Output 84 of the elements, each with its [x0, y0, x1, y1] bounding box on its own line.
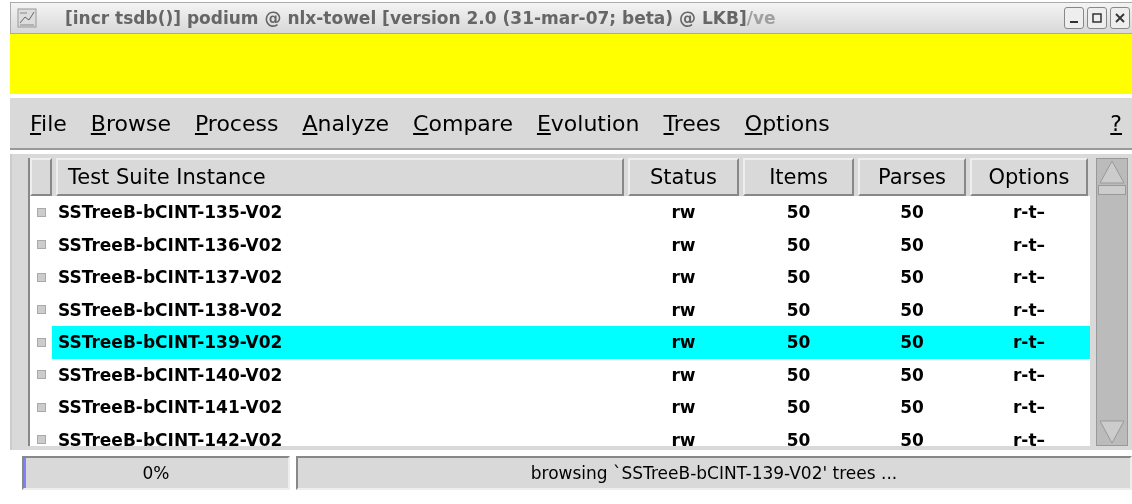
table-cell: r-t– — [1012, 397, 1046, 418]
maximize-button[interactable] — [1087, 7, 1107, 29]
minimize-button[interactable] — [1064, 7, 1084, 29]
table-cell: rw — [671, 429, 696, 446]
column-header[interactable]: Items — [743, 158, 854, 196]
close-icon — [1114, 12, 1126, 24]
table-cell: 50 — [900, 202, 924, 223]
column-header[interactable]: Test Suite Instance — [56, 158, 624, 196]
table-cell: rw — [671, 364, 696, 385]
row-marker-icon — [36, 272, 46, 282]
column-header[interactable]: Options — [970, 158, 1088, 196]
table-cell: SSTreeB-bCINT-141-V02 — [58, 397, 283, 418]
maximize-icon — [1091, 12, 1103, 24]
menu-item[interactable]: File — [30, 110, 67, 136]
table-cell: r-t– — [1012, 299, 1046, 320]
table-cell: SSTreeB-bCINT-142-V02 — [58, 429, 283, 446]
table-cell: rw — [671, 332, 696, 353]
table-cell: 50 — [786, 397, 811, 418]
menu-item[interactable]: Process — [194, 110, 279, 136]
row-marker-icon — [36, 435, 46, 445]
column-header[interactable]: Status — [628, 158, 739, 196]
table-cell: r-t– — [1012, 332, 1046, 353]
table-cell: SSTreeB-bCINT-139-V02 — [58, 332, 283, 353]
table-cell: SSTreeB-bCINT-136-V02 — [58, 234, 283, 255]
table-cell: rw — [671, 267, 696, 288]
menu-item[interactable]: Compare — [413, 110, 513, 136]
table-cell: 50 — [900, 364, 924, 385]
table-row[interactable]: SSTreeB-bCINT-137-V02 rw 50 50 r-t– — [30, 261, 1090, 294]
scroll-down-icon[interactable] — [1098, 419, 1126, 445]
row-marker-icon — [36, 305, 46, 315]
table-row[interactable]: SSTreeB-bCINT-141-V02 rw 50 50 r-t– — [30, 391, 1090, 424]
table-cell: SSTreeB-bCINT-135-V02 — [58, 202, 283, 223]
table-cell: SSTreeB-bCINT-138-V02 — [58, 299, 283, 320]
table-cell: 50 — [786, 234, 811, 255]
table-cell: 50 — [900, 397, 924, 418]
row-marker-icon — [36, 337, 46, 347]
scrollbar[interactable] — [1096, 158, 1128, 446]
table-cell: r-t– — [1012, 429, 1046, 446]
table-cell: rw — [671, 234, 696, 255]
table-cell: 50 — [900, 429, 924, 446]
close-button[interactable] — [1110, 7, 1130, 29]
table-row[interactable]: SSTreeB-bCINT-142-V02 rw 50 50 r-t– — [30, 423, 1090, 446]
table-cell: r-t– — [1012, 202, 1046, 223]
table-row[interactable]: SSTreeB-bCINT-136-V02 rw 50 50 r-t– — [30, 228, 1090, 261]
table-cell: 50 — [786, 202, 811, 223]
table-cell: 50 — [786, 299, 811, 320]
table-cell: 50 — [786, 429, 811, 446]
table-cell: r-t– — [1012, 267, 1046, 288]
table-cell: 50 — [786, 267, 811, 288]
table-row[interactable]: SSTreeB-bCINT-138-V02 rw 50 50 r-t– — [30, 293, 1090, 326]
table-cell: rw — [671, 299, 696, 320]
window-title: [incr tsdb()] podium @ nlx-towel [version 2.0 (31-mar-07; beta) @ LKB]/ve — [65, 8, 777, 28]
scroll-thumb[interactable] — [1098, 185, 1126, 195]
status-message: browsing `SSTreeB-bCINT-139-V02' trees ... — [296, 456, 1132, 490]
table-cell: rw — [671, 202, 696, 223]
table-cell: SSTreeB-bCINT-137-V02 — [58, 267, 283, 288]
row-marker-icon — [36, 207, 46, 217]
row-marker-icon — [36, 240, 46, 250]
row-marker-icon — [36, 402, 46, 412]
row-marker-icon — [36, 370, 46, 380]
table-cell: SSTreeB-bCINT-140-V02 — [58, 364, 283, 385]
table-cell: r-t– — [1012, 234, 1046, 255]
menu-item[interactable]: Browse — [90, 110, 171, 136]
progress-text: 0% — [142, 463, 170, 483]
menu-item[interactable]: Evolution — [536, 110, 640, 136]
table-cell: 50 — [786, 332, 811, 353]
table-cell: r-t– — [1012, 364, 1046, 385]
table-cell: 50 — [786, 364, 811, 385]
table-cell: 50 — [900, 267, 924, 288]
table-cell: 50 — [900, 234, 924, 255]
minimize-icon — [1070, 21, 1078, 23]
table-cell: 50 — [900, 332, 924, 353]
chart-icon — [17, 8, 37, 28]
table-row[interactable]: SSTreeB-bCINT-139-V02 rw 50 50 r-t– — [30, 326, 1090, 359]
table-cell: 50 — [900, 299, 924, 320]
table-row[interactable]: SSTreeB-bCINT-140-V02 rw 50 50 r-t– — [30, 358, 1090, 391]
column-header[interactable]: Parses — [858, 158, 966, 196]
table-cell: rw — [671, 397, 696, 418]
scroll-up-icon[interactable] — [1098, 159, 1126, 185]
table-row[interactable]: SSTreeB-bCINT-135-V02 rw 50 50 r-t– — [30, 196, 1090, 229]
menu-item[interactable]: Analyze — [302, 110, 390, 136]
menu-item[interactable]: Options — [744, 110, 830, 136]
menu-item[interactable]: Trees — [663, 110, 721, 136]
help-menu[interactable]: ? — [1110, 110, 1122, 136]
